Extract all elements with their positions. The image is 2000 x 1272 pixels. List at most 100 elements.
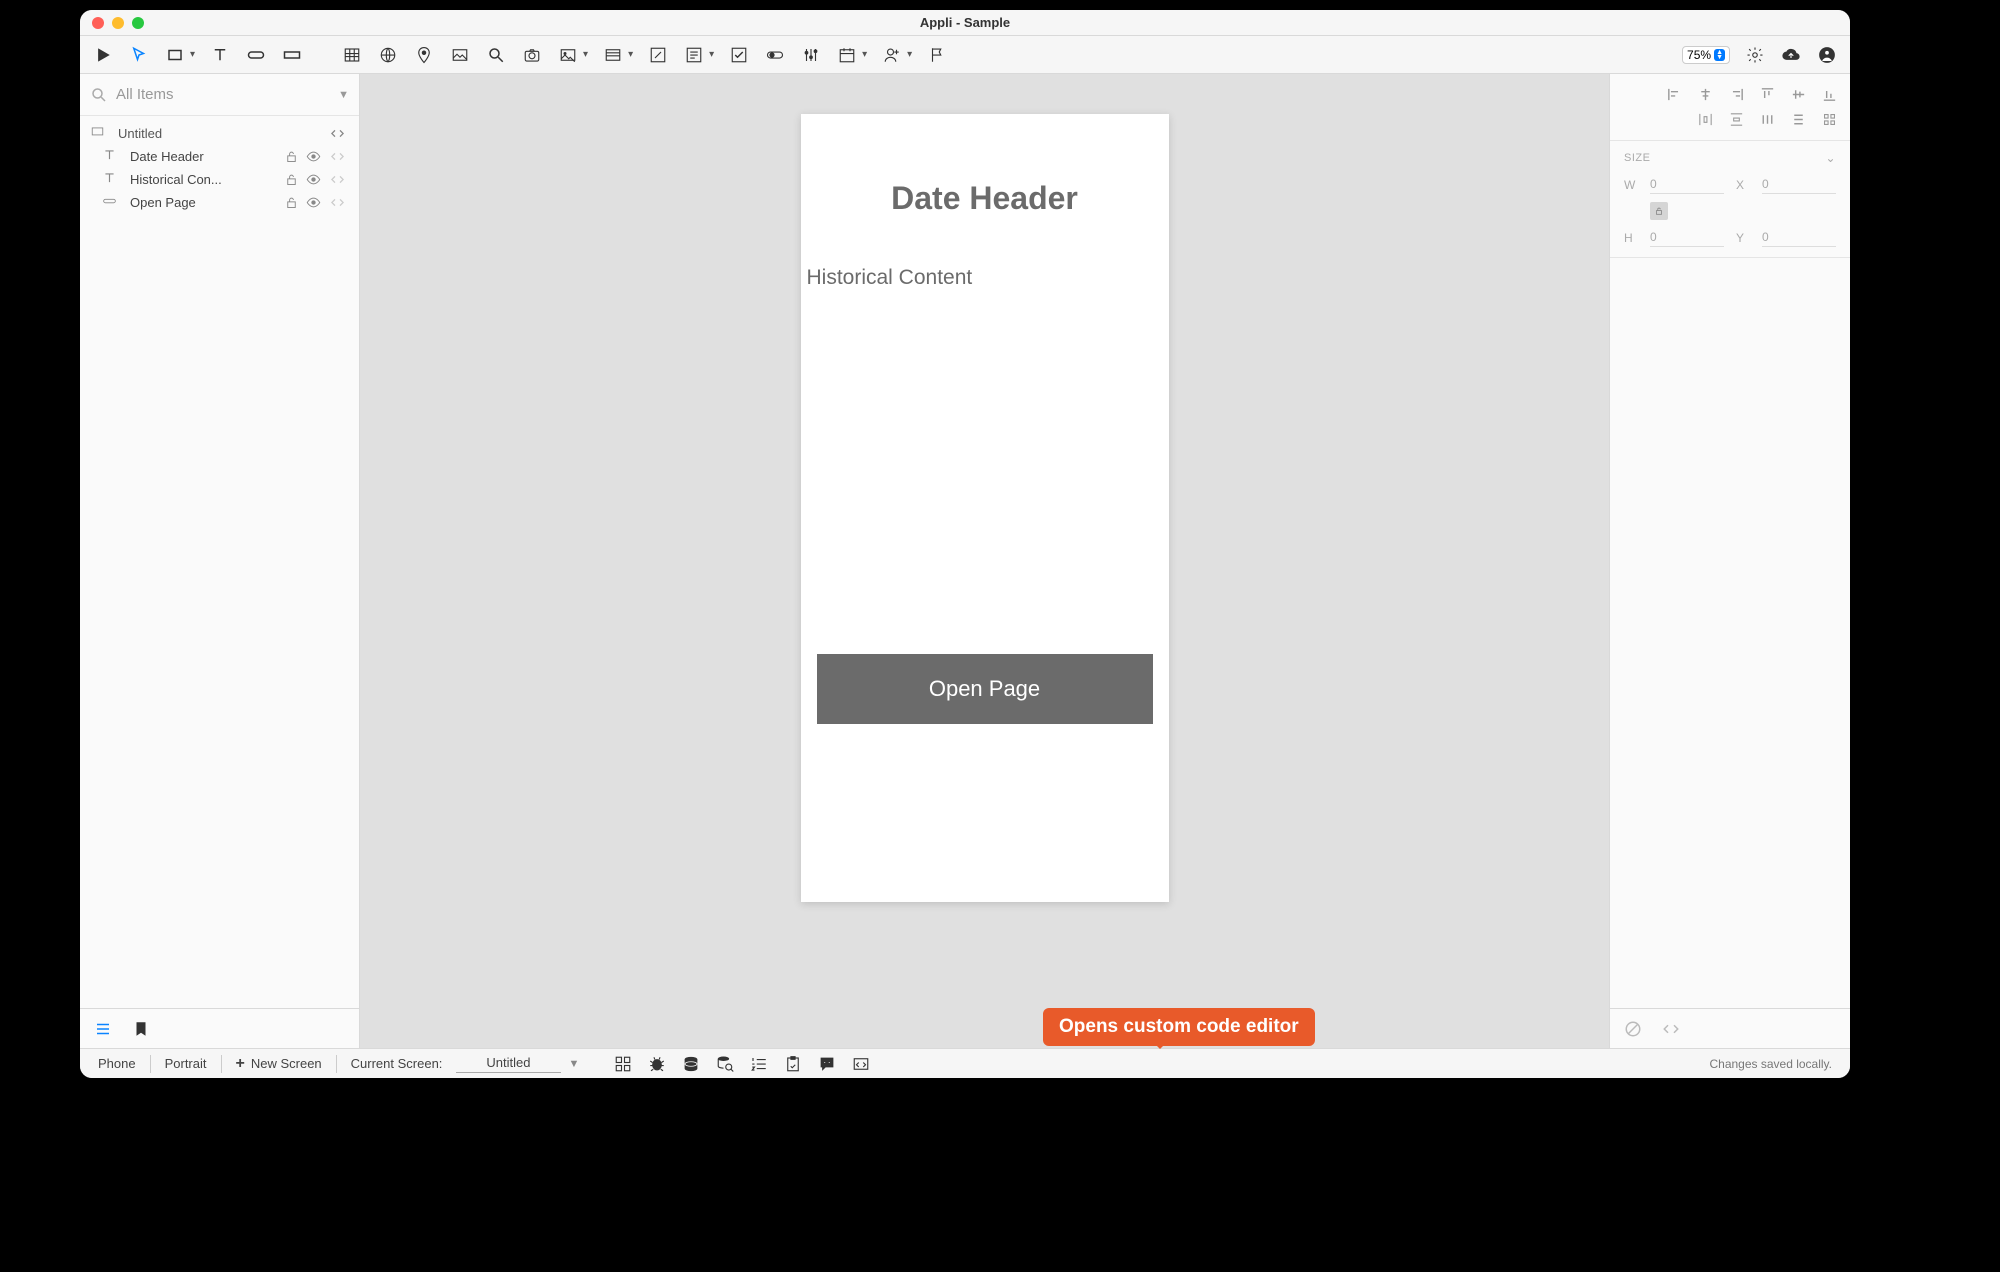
pointer-tool-button[interactable]: [128, 44, 150, 66]
code-editor-icon[interactable]: [851, 1054, 871, 1074]
calendar-tool-button[interactable]: [836, 44, 858, 66]
visibility-icon[interactable]: [301, 195, 325, 210]
tidy-icon[interactable]: [1821, 111, 1838, 128]
canvas-subtitle-text[interactable]: Historical Content: [807, 266, 973, 290]
dropdown-caret-icon[interactable]: ▾: [862, 49, 867, 60]
h-label: H: [1624, 231, 1638, 245]
flag-tool-button[interactable]: [926, 44, 948, 66]
text-tool-button[interactable]: [209, 44, 231, 66]
dropdown-caret-icon: ▼: [569, 1058, 580, 1070]
distribute-v-icon[interactable]: [1728, 111, 1745, 128]
chat-icon[interactable]: [817, 1054, 837, 1074]
numbered-list-icon[interactable]: [749, 1054, 769, 1074]
list-tool-button[interactable]: [602, 44, 624, 66]
code-icon[interactable]: [1662, 1020, 1680, 1038]
lock-icon[interactable]: [281, 172, 301, 187]
visibility-icon[interactable]: [301, 149, 325, 164]
align-middle-v-icon[interactable]: [1790, 86, 1807, 103]
account-button[interactable]: [1816, 44, 1838, 66]
minimize-window-button[interactable]: [112, 17, 124, 29]
user-tool-button[interactable]: [881, 44, 903, 66]
align-bottom-icon[interactable]: [1821, 86, 1838, 103]
disabled-icon[interactable]: [1624, 1020, 1642, 1038]
device-selector[interactable]: Phone: [98, 1056, 136, 1071]
chevron-down-icon[interactable]: ⌄: [1825, 151, 1836, 165]
align-center-h-icon[interactable]: [1697, 86, 1714, 103]
list-view-icon[interactable]: [94, 1020, 112, 1038]
table-tool-button[interactable]: [341, 44, 363, 66]
layers-search-input[interactable]: [116, 86, 330, 103]
database-icon[interactable]: [681, 1054, 701, 1074]
layers-tree: Untitled Date Header Historical Con...: [80, 116, 359, 1008]
y-label: Y: [1736, 231, 1750, 245]
x-input[interactable]: 0: [1762, 175, 1836, 194]
code-icon[interactable]: [325, 126, 349, 141]
zoom-window-button[interactable]: [132, 17, 144, 29]
form-tool-button[interactable]: [683, 44, 705, 66]
new-screen-button[interactable]: +New Screen: [236, 1055, 322, 1073]
y-input[interactable]: 0: [1762, 228, 1836, 247]
button-tool-button[interactable]: [245, 44, 267, 66]
dropdown-caret-icon[interactable]: ▾: [907, 49, 912, 60]
close-window-button[interactable]: [92, 17, 104, 29]
edit-tool-button[interactable]: [647, 44, 669, 66]
visibility-icon[interactable]: [301, 172, 325, 187]
window-title: Appli - Sample: [920, 15, 1010, 30]
align-right-icon[interactable]: [1728, 86, 1745, 103]
map-pin-tool-button[interactable]: [413, 44, 435, 66]
code-icon[interactable]: [325, 195, 349, 210]
code-icon[interactable]: [325, 149, 349, 164]
lock-icon[interactable]: [281, 149, 301, 164]
canvas-open-page-button[interactable]: Open Page: [817, 654, 1153, 724]
h-input[interactable]: 0: [1650, 228, 1724, 247]
layer-item[interactable]: Open Page: [80, 191, 359, 214]
globe-tool-button[interactable]: [377, 44, 399, 66]
clipboard-icon[interactable]: [783, 1054, 803, 1074]
current-screen-dropdown[interactable]: Untitled ▼: [456, 1055, 579, 1073]
rectangle-tool-button[interactable]: [164, 44, 186, 66]
dropdown-caret-icon[interactable]: ▾: [628, 49, 633, 60]
device-frame[interactable]: Date Header Historical Content Open Page: [801, 114, 1169, 902]
cloud-upload-button[interactable]: [1780, 44, 1802, 66]
distribute-h-icon[interactable]: [1697, 111, 1714, 128]
distribute-spacing-h-icon[interactable]: [1759, 111, 1776, 128]
align-top-icon[interactable]: [1759, 86, 1776, 103]
dropdown-caret-icon[interactable]: ▼: [338, 89, 349, 101]
run-button[interactable]: [92, 44, 114, 66]
dropdown-caret-icon[interactable]: ▾: [190, 49, 195, 60]
dropdown-caret-icon[interactable]: ▾: [583, 49, 588, 60]
align-left-icon[interactable]: [1666, 86, 1683, 103]
canvas-header-text[interactable]: Date Header: [801, 180, 1169, 217]
database-search-icon[interactable]: [715, 1054, 735, 1074]
sliders-tool-button[interactable]: [800, 44, 822, 66]
lock-icon[interactable]: [281, 195, 301, 210]
toggle-tool-button[interactable]: [764, 44, 786, 66]
zoom-value: 75%: [1687, 48, 1711, 62]
grid-tool-icon[interactable]: [613, 1054, 633, 1074]
layers-search-row: ▼: [80, 74, 359, 116]
code-icon[interactable]: [325, 172, 349, 187]
text-icon: [102, 171, 126, 188]
layer-item[interactable]: Historical Con...: [80, 168, 359, 191]
debug-icon[interactable]: [647, 1054, 667, 1074]
layer-item[interactable]: Date Header: [80, 145, 359, 168]
w-input[interactable]: 0: [1650, 175, 1724, 194]
dropdown-caret-icon[interactable]: ▾: [709, 49, 714, 60]
image-tool-button[interactable]: [557, 44, 579, 66]
settings-button[interactable]: [1744, 44, 1766, 66]
image-frame-tool-button[interactable]: [449, 44, 471, 66]
orientation-selector[interactable]: Portrait: [165, 1056, 207, 1071]
camera-tool-button[interactable]: [521, 44, 543, 66]
canvas[interactable]: Date Header Historical Content Open Page…: [360, 74, 1610, 1048]
zoom-stepper-icon[interactable]: ▲▼: [1714, 49, 1725, 61]
aspect-lock-icon[interactable]: [1650, 202, 1668, 220]
separator: [221, 1055, 222, 1073]
layer-screen-root[interactable]: Untitled: [80, 122, 359, 145]
distribute-spacing-v-icon[interactable]: [1790, 111, 1807, 128]
search-icon: [90, 86, 108, 104]
input-tool-button[interactable]: [281, 44, 303, 66]
checkbox-tool-button[interactable]: [728, 44, 750, 66]
bookmark-icon[interactable]: [132, 1020, 150, 1038]
search-tool-button[interactable]: [485, 44, 507, 66]
zoom-control[interactable]: 75% ▲▼: [1682, 46, 1730, 64]
